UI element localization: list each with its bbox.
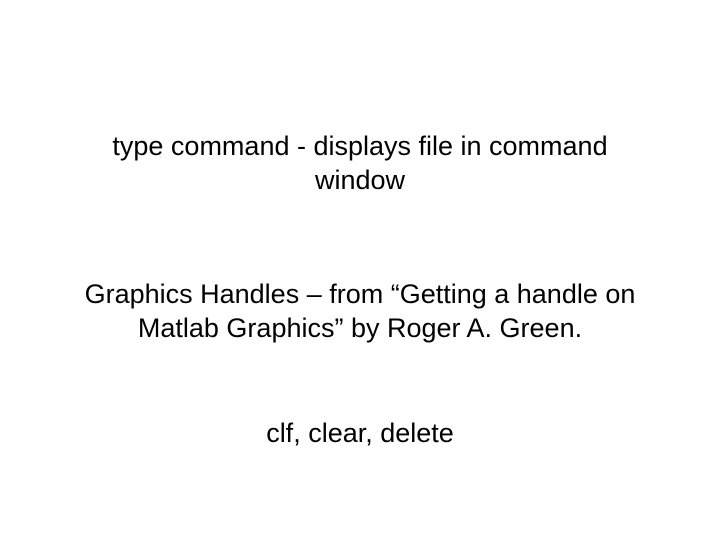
text-line: type command - displays file in command: [0, 130, 720, 164]
slide: type command - displays file in command …: [0, 0, 720, 540]
text-line: Graphics Handles – from “Getting a handl…: [0, 278, 720, 312]
paragraph-type-command: type command - displays file in command …: [0, 130, 720, 198]
text-line: window: [0, 164, 720, 198]
paragraph-clf-clear-delete: clf, clear, delete: [0, 417, 720, 451]
text-line: clf, clear, delete: [0, 417, 720, 451]
paragraph-graphics-handles: Graphics Handles – from “Getting a handl…: [0, 278, 720, 346]
text-line: Matlab Graphics” by Roger A. Green.: [0, 312, 720, 346]
